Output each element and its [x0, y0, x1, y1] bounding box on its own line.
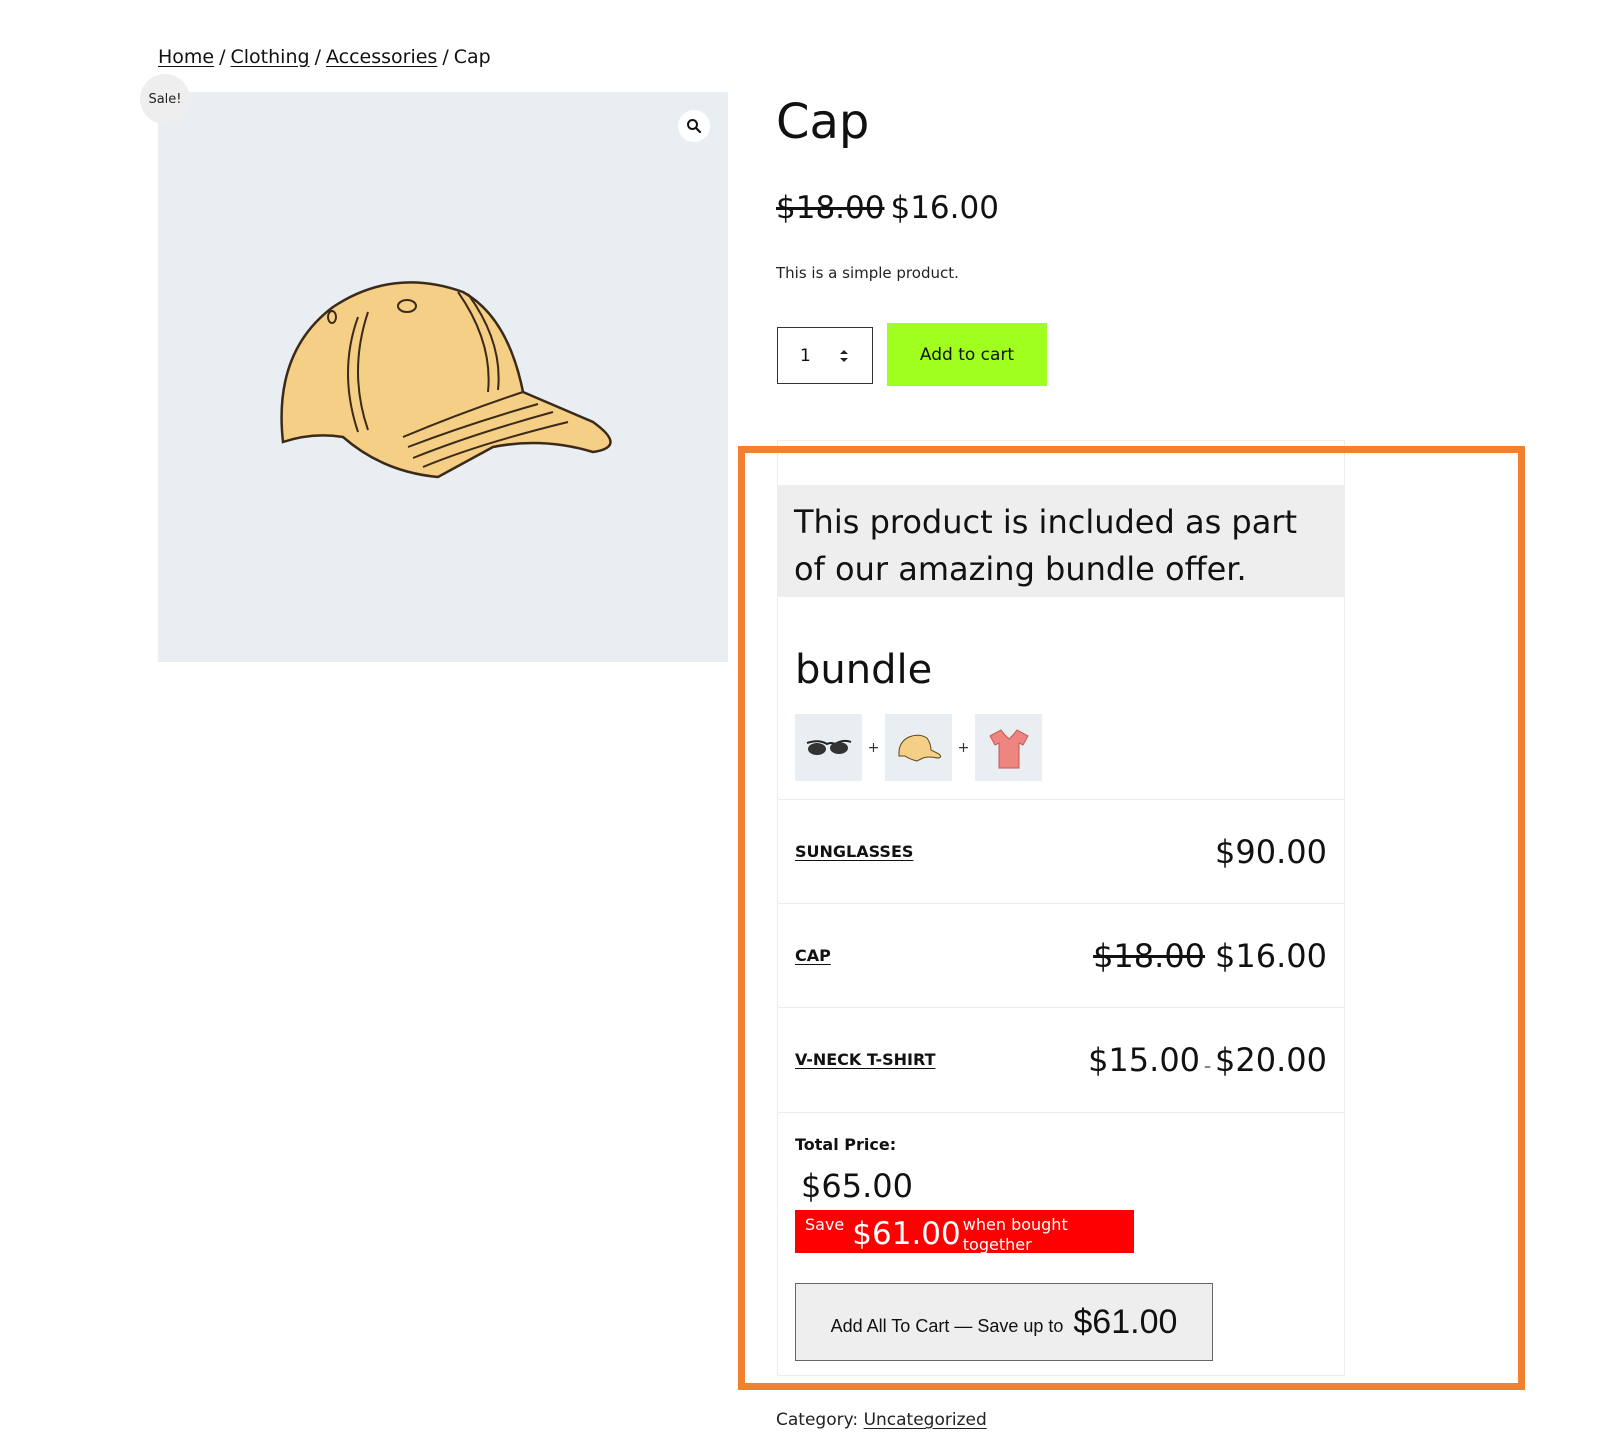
short-description: This is a simple product. — [776, 264, 959, 282]
highlight-annotation-box — [738, 446, 1525, 1390]
breadcrumb-separator: / — [219, 46, 226, 68]
breadcrumb-separator: / — [442, 46, 449, 68]
breadcrumb-clothing-link[interactable]: Clothing — [231, 46, 310, 68]
sale-badge: Sale! — [140, 74, 190, 124]
price-old: $18.00 — [776, 190, 885, 226]
stepper-icon[interactable] — [838, 347, 850, 365]
quantity-value: 1 — [800, 345, 811, 366]
product-image[interactable] — [158, 92, 728, 662]
product-title: Cap — [776, 94, 870, 150]
category-link[interactable]: Uncategorized — [864, 1410, 987, 1430]
add-to-cart-button[interactable]: Add to cart — [887, 323, 1047, 386]
price-new: $16.00 — [890, 190, 999, 226]
product-category: Category: Uncategorized — [776, 1410, 987, 1430]
quantity-input[interactable]: 1 — [777, 327, 873, 384]
breadcrumb-separator: / — [314, 46, 321, 68]
cap-image — [280, 281, 612, 479]
zoom-button[interactable] — [678, 110, 710, 142]
magnifier-icon — [687, 119, 702, 134]
category-label: Category: — [776, 1410, 859, 1430]
product-price: $18.00 $16.00 — [776, 190, 999, 226]
breadcrumb-accessories-link[interactable]: Accessories — [326, 46, 437, 68]
breadcrumb: Home / Clothing / Accessories / Cap — [158, 46, 491, 68]
breadcrumb-home-link[interactable]: Home — [158, 46, 214, 68]
breadcrumb-current: Cap — [453, 46, 491, 68]
